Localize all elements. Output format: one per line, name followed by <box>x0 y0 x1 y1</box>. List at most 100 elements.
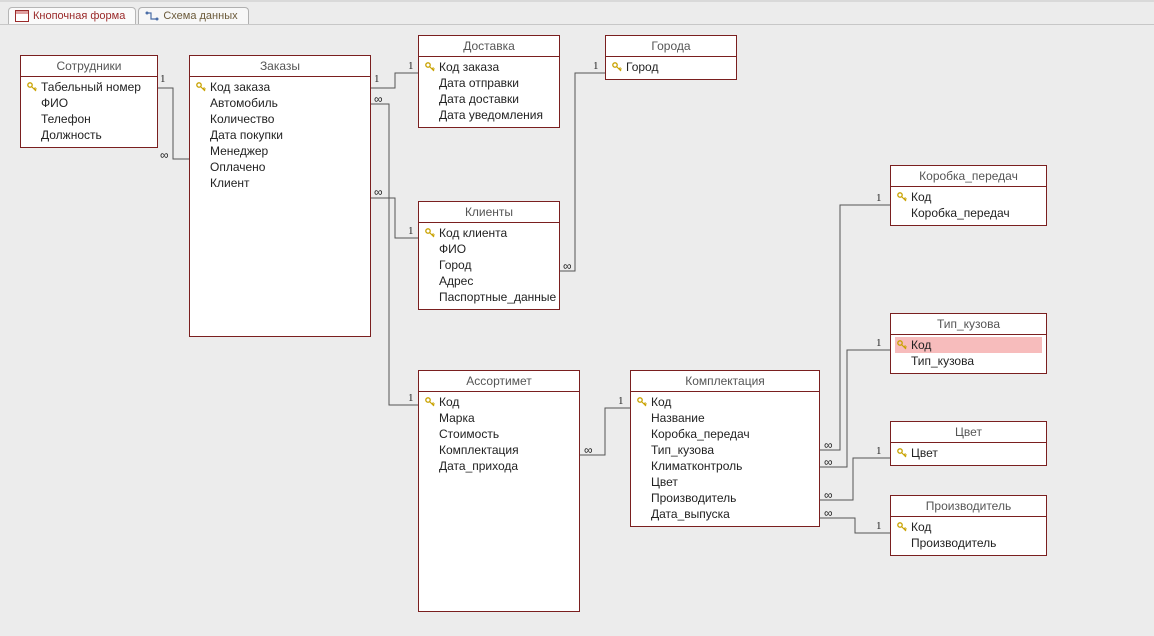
table-field[interactable]: Адрес <box>423 273 555 289</box>
primary-key-icon <box>196 130 206 140</box>
table-fields: КодПроизводитель <box>891 517 1046 555</box>
table-field[interactable]: Коробка_передач <box>895 205 1042 221</box>
field-name: Количество <box>210 112 274 126</box>
table-field[interactable]: Стоимость <box>423 426 575 442</box>
rel-one: 1 <box>876 337 882 349</box>
table-delivery[interactable]: Доставка Код заказаДата отправкиДата дос… <box>418 35 560 128</box>
table-field[interactable]: Табельный номер <box>25 79 153 95</box>
field-name: Дата уведомления <box>439 108 543 122</box>
table-field[interactable]: Код заказа <box>423 59 555 75</box>
rel-many: ∞ <box>824 455 832 469</box>
primary-key-icon <box>897 538 907 548</box>
rel-many: ∞ <box>374 185 382 199</box>
table-field[interactable]: Производитель <box>895 535 1042 551</box>
table-field[interactable]: Коробка_передач <box>635 426 815 442</box>
table-field[interactable]: Оплачено <box>194 159 366 175</box>
table-cities[interactable]: Города Город <box>605 35 737 80</box>
table-field[interactable]: Производитель <box>635 490 815 506</box>
field-name: Код заказа <box>210 80 270 94</box>
table-field[interactable]: Клиент <box>194 175 366 191</box>
field-name: Код <box>439 395 459 409</box>
rel-one: 1 <box>876 520 882 532</box>
field-name: Климатконтроль <box>651 459 742 473</box>
primary-key-icon <box>897 192 907 202</box>
primary-key-icon <box>637 445 647 455</box>
table-field[interactable]: Должность <box>25 127 153 143</box>
field-name: Код <box>651 395 671 409</box>
table-field[interactable]: Телефон <box>25 111 153 127</box>
field-name: Код заказа <box>439 60 499 74</box>
table-field[interactable]: Дата покупки <box>194 127 366 143</box>
table-field[interactable]: Паспортные_данные <box>423 289 555 305</box>
table-field[interactable]: Марка <box>423 410 575 426</box>
primary-key-icon <box>425 110 435 120</box>
tab-relationships[interactable]: Схема данных <box>138 7 248 24</box>
table-field[interactable]: Дата_прихода <box>423 458 575 474</box>
rel-many: ∞ <box>824 438 832 452</box>
table-title: Комплектация <box>631 371 819 392</box>
table-color[interactable]: Цвет Цвет <box>890 421 1047 466</box>
table-field[interactable]: Климатконтроль <box>635 458 815 474</box>
field-name: Адрес <box>439 274 473 288</box>
table-field[interactable]: Количество <box>194 111 366 127</box>
table-orders[interactable]: Заказы Код заказаАвтомобильКоличествоДат… <box>189 55 371 337</box>
table-field[interactable]: ФИО <box>423 241 555 257</box>
table-title: Сотрудники <box>21 56 157 77</box>
table-field[interactable]: ФИО <box>25 95 153 111</box>
table-title: Производитель <box>891 496 1046 517</box>
table-field[interactable]: Дата отправки <box>423 75 555 91</box>
table-employees[interactable]: Сотрудники Табельный номерФИОТелефонДолж… <box>20 55 158 148</box>
tab-label: Кнопочная форма <box>33 10 125 22</box>
table-field[interactable]: Дата_выпуска <box>635 506 815 522</box>
table-clients[interactable]: Клиенты Код клиентаФИОГородАдресПаспортн… <box>418 201 560 310</box>
rel-many: ∞ <box>374 92 382 106</box>
table-title: Коробка_передач <box>891 166 1046 187</box>
table-field[interactable]: Код <box>895 519 1042 535</box>
primary-key-icon <box>897 448 907 458</box>
rel-one: 1 <box>593 60 599 72</box>
table-field[interactable]: Город <box>610 59 732 75</box>
table-title: Цвет <box>891 422 1046 443</box>
table-manufacturer[interactable]: Производитель КодПроизводитель <box>890 495 1047 556</box>
relationships-canvas[interactable]: 1 ∞ 1 1 ∞ ∞ 1 1 ∞ 1 ∞ 1 ∞ 1 ∞ 1 ∞ 1 ∞ 1 … <box>0 25 1154 636</box>
table-fields: Код МаркаСтоимостьКомплектацияДата_приход… <box>419 392 579 478</box>
form-icon <box>15 10 29 22</box>
table-field[interactable]: Дата доставки <box>423 91 555 107</box>
table-field[interactable]: Дата уведомления <box>423 107 555 123</box>
table-bodytype[interactable]: Тип_кузова КодТип_кузова <box>890 313 1047 374</box>
table-fields: Табельный номерФИОТелефонДолжность <box>21 77 157 147</box>
relationships-canvas-wrapper: 1 ∞ 1 1 ∞ ∞ 1 1 ∞ 1 ∞ 1 ∞ 1 ∞ 1 ∞ 1 ∞ 1 … <box>0 24 1154 636</box>
rel-many: ∞ <box>563 259 571 273</box>
primary-key-icon <box>637 493 647 503</box>
primary-key-icon <box>897 208 907 218</box>
field-name: Цвет <box>911 446 938 460</box>
table-field[interactable]: Город <box>423 257 555 273</box>
primary-key-icon <box>196 114 206 124</box>
primary-key-icon <box>897 340 907 350</box>
table-field[interactable]: Название <box>635 410 815 426</box>
primary-key-icon <box>897 356 907 366</box>
field-name: Марка <box>439 411 475 425</box>
table-field[interactable]: Код <box>895 189 1042 205</box>
table-field[interactable]: Комплектация <box>423 442 575 458</box>
table-assortment[interactable]: Ассортимет КодМаркаСтоимостьКомплектация… <box>418 370 580 612</box>
table-field[interactable]: Цвет <box>895 445 1042 461</box>
tab-button-form[interactable]: Кнопочная форма <box>8 7 136 24</box>
table-field[interactable]: Код клиента <box>423 225 555 241</box>
table-field[interactable]: Тип_кузова <box>635 442 815 458</box>
table-field[interactable]: Код <box>895 337 1042 353</box>
table-field[interactable]: Тип_кузова <box>895 353 1042 369</box>
field-name: Паспортные_данные <box>439 290 556 304</box>
table-field[interactable]: Код заказа <box>194 79 366 95</box>
table-field[interactable]: Код <box>423 394 575 410</box>
table-field[interactable]: Код <box>635 394 815 410</box>
field-name: Табельный номер <box>41 80 141 94</box>
table-field[interactable]: Автомобиль <box>194 95 366 111</box>
table-field[interactable]: Цвет <box>635 474 815 490</box>
table-gearbox[interactable]: Коробка_передач КодКоробка_передач <box>890 165 1047 226</box>
field-name: Тип_кузова <box>651 443 714 457</box>
table-field[interactable]: Менеджер <box>194 143 366 159</box>
primary-key-icon <box>196 98 206 108</box>
primary-key-icon <box>425 260 435 270</box>
table-complectation[interactable]: Комплектация КодНазваниеКоробка_передачТ… <box>630 370 820 527</box>
